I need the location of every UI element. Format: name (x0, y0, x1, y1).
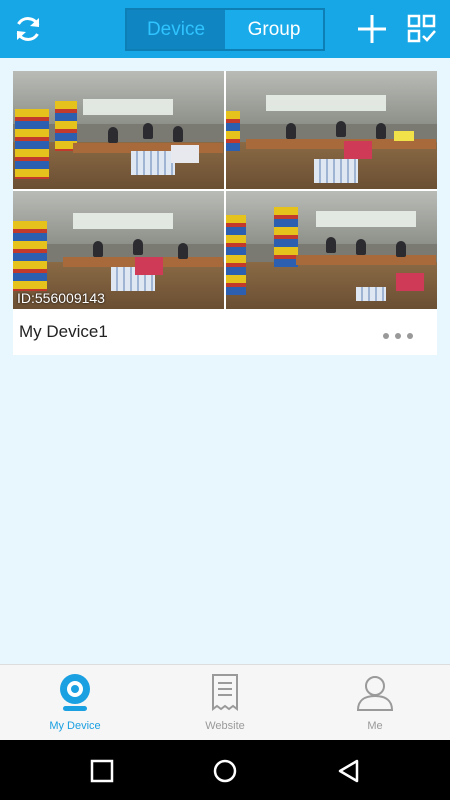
home-icon[interactable] (210, 756, 240, 786)
device-id-label: ID:556009143 (17, 290, 105, 306)
camera-icon (57, 673, 93, 718)
refresh-icon[interactable] (8, 9, 48, 49)
add-device-icon[interactable] (352, 9, 392, 49)
receipt-icon (210, 673, 240, 718)
person-icon (355, 673, 395, 718)
camera-preview-grid[interactable] (13, 71, 437, 309)
bottom-tab-bar: My Device Website Me (0, 664, 450, 740)
recent-apps-icon[interactable] (87, 756, 117, 786)
tab-me[interactable]: Me (300, 665, 450, 740)
tab-my-device[interactable]: My Device (0, 665, 150, 740)
device-name: My Device1 (19, 322, 108, 341)
tab-device[interactable]: Device (127, 10, 225, 49)
tab-website[interactable]: Website (150, 665, 300, 740)
camera-preview-2[interactable] (226, 71, 437, 189)
tab-group[interactable]: Group (225, 10, 323, 49)
back-icon[interactable] (334, 756, 364, 786)
multi-view-icon[interactable] (402, 9, 442, 49)
camera-preview-4[interactable] (226, 191, 437, 309)
device-card[interactable]: ID:556009143 My Device1 (13, 71, 437, 355)
tab-label-me: Me (367, 720, 383, 732)
camera-preview-1[interactable] (13, 71, 224, 189)
tab-label-website: Website (205, 720, 245, 732)
more-options-icon[interactable] (383, 326, 423, 346)
device-group-switch: Device Group (125, 8, 325, 51)
system-nav-bar (0, 740, 450, 800)
tab-label-my-device: My Device (49, 720, 101, 732)
top-bar: Device Group (0, 0, 450, 58)
